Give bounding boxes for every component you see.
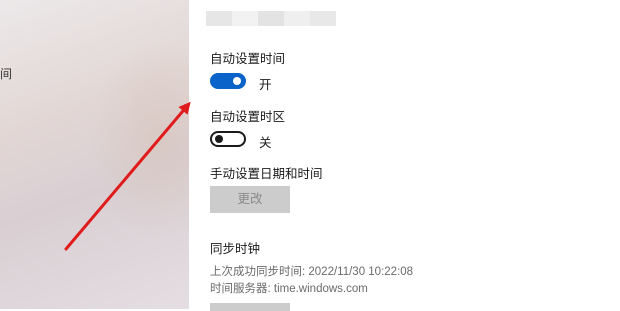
wallpaper-glow xyxy=(90,40,189,240)
blurred-page-title xyxy=(206,11,336,26)
toggle-knob xyxy=(233,77,241,85)
auto-time-label: 自动设置时间 xyxy=(210,52,286,66)
sync-clock-heading: 同步时钟 xyxy=(210,242,261,256)
auto-timezone-label: 自动设置时区 xyxy=(210,110,286,124)
auto-time-state: 开 xyxy=(259,78,272,92)
auto-timezone-toggle[interactable] xyxy=(210,131,246,147)
manual-datetime-label: 手动设置日期和时间 xyxy=(210,167,323,181)
time-server-text: 时间服务器: time.windows.com xyxy=(210,283,368,295)
sync-now-button[interactable] xyxy=(210,303,290,311)
last-sync-text: 上次成功同步时间: 2022/11/30 10:22:08 xyxy=(210,266,414,278)
auto-timezone-state: 关 xyxy=(259,136,272,150)
clipped-nav-text: 间 xyxy=(0,67,13,81)
toggle-knob xyxy=(215,135,223,143)
date-time-settings-panel: 自动设置时间 开 自动设置时区 关 手动设置日期和时间 更改 同步时钟 上次成功… xyxy=(189,0,620,311)
auto-time-toggle[interactable] xyxy=(210,73,246,89)
background-wallpaper-pane: 间 xyxy=(0,0,189,309)
change-button[interactable]: 更改 xyxy=(210,186,290,213)
